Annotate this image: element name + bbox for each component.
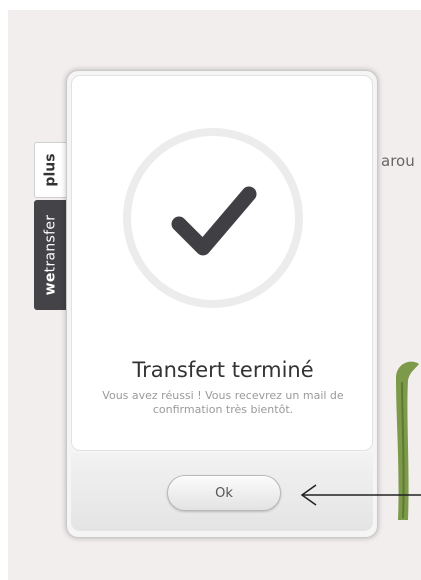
arrow-left-icon: [300, 484, 421, 506]
checkmark-icon: [123, 128, 303, 308]
tab-wetransfer-label: wetransfer: [42, 214, 59, 296]
ok-button[interactable]: Ok: [167, 475, 281, 511]
dialog-content: Transfert terminé Vous avez réussi ! Vou…: [71, 75, 373, 451]
tab-wetransfer[interactable]: wetransfer: [34, 200, 66, 310]
dialog-title: Transfert terminé: [132, 358, 314, 382]
dialog-message: Vous avez réussi ! Vous recevrez un mail…: [102, 389, 344, 416]
background-text: arou: [381, 152, 415, 170]
tab-plus[interactable]: plus: [34, 142, 66, 198]
transfer-complete-dialog: Transfert terminé Vous avez réussi ! Vou…: [66, 70, 378, 538]
tab-plus-label: plus: [42, 153, 59, 187]
